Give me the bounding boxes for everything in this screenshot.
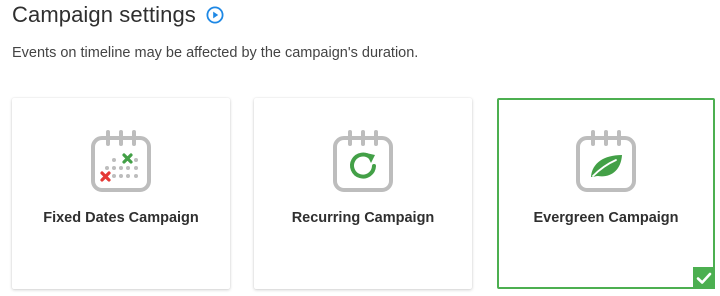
calendar-leaf-icon: [576, 130, 636, 192]
card-label: Evergreen Campaign: [533, 210, 679, 226]
page-title: Campaign settings: [12, 2, 196, 27]
fixed-dates-campaign-card[interactable]: Fixed Dates Campaign: [12, 98, 230, 289]
calendar-recurring-icon: [333, 130, 393, 192]
calendar-fixed-dates-icon: [91, 130, 151, 192]
page-subtitle: Events on timeline may be affected by th…: [12, 45, 419, 61]
header: Campaign settings: [12, 2, 224, 28]
card-label: Fixed Dates Campaign: [43, 210, 199, 226]
recurring-campaign-card[interactable]: Recurring Campaign: [254, 98, 472, 289]
selected-check-icon: [693, 267, 715, 289]
play-video-icon[interactable]: [206, 6, 224, 24]
card-label: Recurring Campaign: [291, 210, 435, 226]
evergreen-campaign-card[interactable]: Evergreen Campaign: [497, 98, 715, 289]
